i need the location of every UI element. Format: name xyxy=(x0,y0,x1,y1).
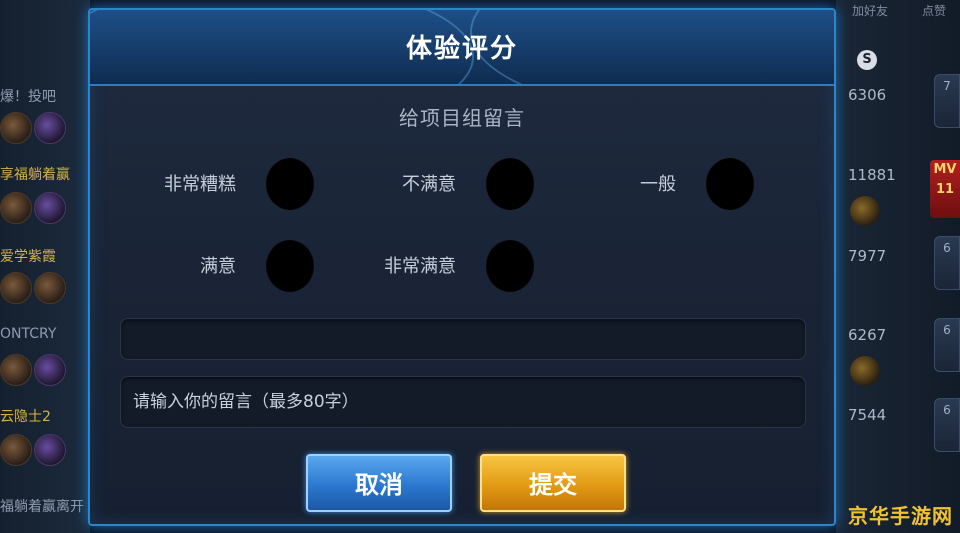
rating-radio[interactable] xyxy=(486,240,534,292)
side-tile: 6 xyxy=(934,236,960,290)
player-name: 享福躺着赢 xyxy=(0,167,70,183)
rating-radio[interactable] xyxy=(266,240,314,292)
player-score: 6267 xyxy=(848,326,887,344)
weapon-icon xyxy=(850,196,880,226)
player-items xyxy=(0,112,90,152)
mvp-badge: MV 11 xyxy=(930,160,960,218)
comment-input[interactable]: 请输入你的留言（最多80字） xyxy=(120,376,806,428)
like-link: 点赞 xyxy=(922,4,947,18)
rating-radio[interactable] xyxy=(486,158,534,210)
rating-radio[interactable] xyxy=(266,158,314,210)
player-items xyxy=(0,272,90,312)
rating-option-very-satisfied[interactable]: 非常满意 xyxy=(336,240,536,292)
player-score: 7977 xyxy=(848,247,887,265)
player-name: 爆！投吧 xyxy=(0,89,56,105)
side-tile: 6 xyxy=(934,318,960,372)
side-tile: 7 xyxy=(934,74,960,128)
s-badge-icon: S xyxy=(857,50,877,70)
submit-button[interactable]: 提交 xyxy=(480,454,626,512)
player-items xyxy=(0,192,90,232)
rating-label: 不满意 xyxy=(402,174,456,195)
rating-label: 非常满意 xyxy=(384,256,456,277)
add-friend-link: 加好友 xyxy=(852,4,889,18)
background-left-panel: 爆！投吧 享福躺着赢 爱学紫霞 ONTCRY 云隐士2 福躺着赢离开 xyxy=(0,0,90,533)
comment-placeholder: 请输入你的留言（最多80字） xyxy=(133,392,359,412)
weapon-icon xyxy=(850,356,880,386)
empty-text-field[interactable] xyxy=(120,318,806,360)
rating-option-dissatisfied[interactable]: 不满意 xyxy=(336,158,536,210)
player-items xyxy=(0,354,90,394)
rating-label: 非常糟糕 xyxy=(164,174,236,195)
player-name: 爱学紫霞 xyxy=(0,249,56,265)
player-name: ONTCRY xyxy=(0,326,57,342)
rating-label: 一般 xyxy=(640,174,676,195)
side-tile: 6 xyxy=(934,398,960,452)
rating-dialog: 体验评分 给项目组留言 非常糟糕 不满意 一般 满意 非常满意 请输入你的留言（… xyxy=(88,8,836,526)
player-score: 6306 xyxy=(848,86,887,104)
player-score: 7544 xyxy=(848,406,887,424)
dialog-subtitle: 给项目组留言 xyxy=(399,106,525,130)
rating-option-average[interactable]: 一般 xyxy=(556,158,756,210)
rating-option-satisfied[interactable]: 满意 xyxy=(116,240,316,292)
site-watermark: 京华手游网 xyxy=(848,504,953,528)
player-name: 福躺着赢离开 xyxy=(0,499,84,515)
dialog-title: 体验评分 xyxy=(405,34,518,64)
rating-label: 满意 xyxy=(200,256,236,277)
cancel-button[interactable]: 取消 xyxy=(306,454,452,512)
player-name: 云隐士2 xyxy=(0,409,51,425)
rating-option-very-bad[interactable]: 非常糟糕 xyxy=(116,158,316,210)
dialog-header: 体验评分 xyxy=(90,10,834,86)
player-score: 11881 xyxy=(848,166,896,184)
rating-radio[interactable] xyxy=(706,158,754,210)
player-items xyxy=(0,434,90,474)
